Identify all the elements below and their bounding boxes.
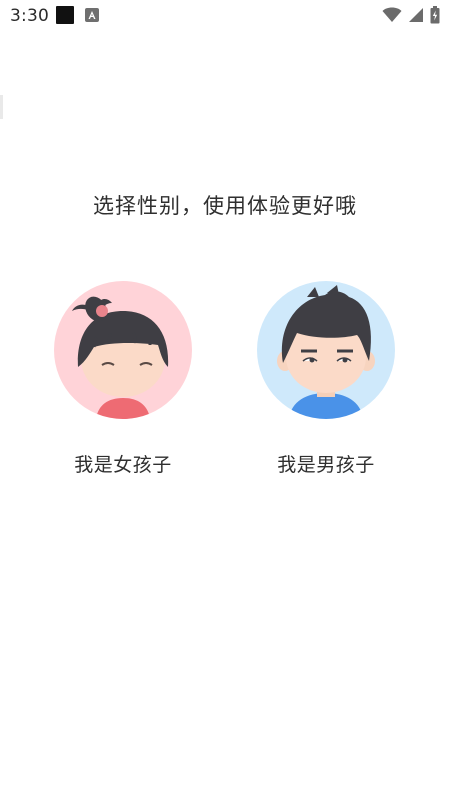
girl-avatar[interactable] bbox=[54, 281, 192, 419]
notification-app-icon bbox=[85, 8, 99, 22]
boy-avatar[interactable] bbox=[257, 281, 395, 419]
wifi-icon bbox=[382, 7, 402, 22]
status-icons bbox=[382, 5, 440, 25]
edge-handle bbox=[0, 95, 3, 119]
status-bar: 3:30 bbox=[0, 0, 450, 30]
girl-label[interactable]: 我是女孩子 bbox=[53, 450, 193, 477]
cellular-signal-icon bbox=[409, 8, 423, 22]
boy-label[interactable]: 我是男孩子 bbox=[256, 450, 396, 477]
battery-icon bbox=[430, 6, 440, 24]
page-title: 选择性别，使用体验更好哦 bbox=[93, 194, 357, 218]
boy-avatar-icon bbox=[277, 285, 375, 419]
boy-option[interactable]: 我是男孩子 bbox=[256, 281, 396, 477]
girl-avatar-icon bbox=[72, 296, 169, 419]
status-time: 3:30 bbox=[10, 6, 49, 26]
notification-square-icon bbox=[56, 6, 74, 24]
girl-option[interactable]: 我是女孩子 bbox=[53, 281, 193, 477]
